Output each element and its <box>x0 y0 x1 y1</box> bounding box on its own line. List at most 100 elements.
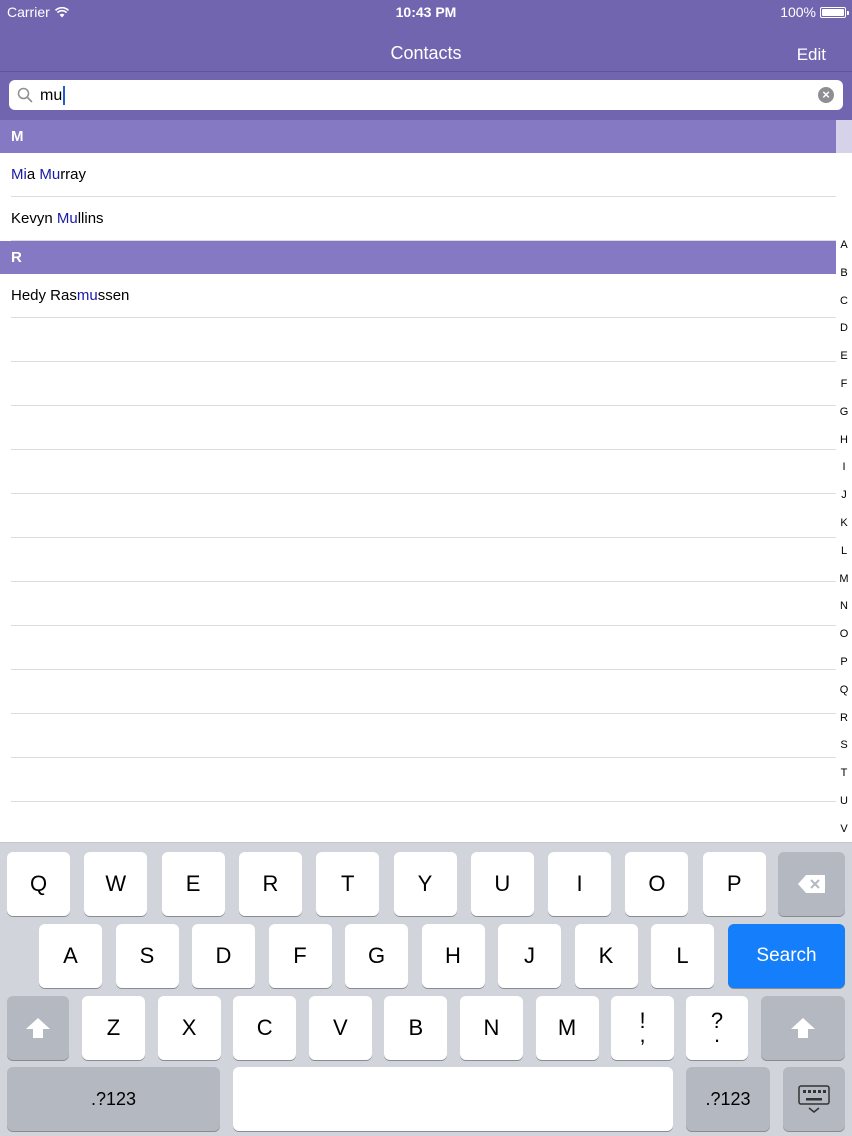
battery-percent: 100% <box>780 4 816 20</box>
empty-row <box>0 406 836 450</box>
keyboard-dismiss-key[interactable] <box>783 1067 845 1131</box>
search-query: mu <box>40 86 66 105</box>
on-screen-keyboard: Q W E R T Y U I O P A S D F G H J K L Search Z X C V B N M!,?. .?12… <box>0 842 852 1136</box>
key-v[interactable]: V <box>308 996 372 1060</box>
shift-icon <box>791 1018 815 1038</box>
battery-group: 100% <box>780 4 849 20</box>
index-letter[interactable]: J <box>836 487 852 515</box>
search-icon <box>17 87 33 103</box>
index-letter[interactable]: M <box>836 571 852 599</box>
key-n[interactable]: N <box>460 996 523 1060</box>
index-rail-highlight <box>836 120 852 153</box>
match-highlight: Mi <box>11 166 27 183</box>
key-l[interactable]: L <box>651 924 714 988</box>
section-header: R <box>0 241 836 274</box>
key-r[interactable]: R <box>238 852 302 916</box>
shift-icon <box>26 1018 50 1038</box>
contact-name-part: Hedy Ras <box>11 287 77 304</box>
index-letter[interactable]: D <box>836 320 852 348</box>
empty-row <box>0 714 836 758</box>
empty-row <box>0 538 836 582</box>
punctuation-key-exclaim[interactable]: !, <box>611 996 674 1060</box>
index-letter[interactable]: H <box>836 432 852 460</box>
key-b[interactable]: B <box>384 996 448 1060</box>
punct-bottom: . <box>713 1022 721 1047</box>
key-z[interactable]: Z <box>82 996 145 1060</box>
contact-name-part: a <box>26 166 40 183</box>
index-letter[interactable]: Q <box>836 682 852 710</box>
key-q[interactable]: Q <box>7 852 70 916</box>
key-y[interactable]: Y <box>393 852 457 916</box>
index-letter[interactable]: O <box>836 626 852 654</box>
status-time: 10:43 PM <box>395 4 457 20</box>
search-key[interactable]: Search <box>728 924 845 988</box>
contact-row[interactable]: Mia Murray <box>0 153 836 197</box>
shift-key-left[interactable] <box>7 996 69 1060</box>
index-letter[interactable]: B <box>836 265 852 293</box>
index-letter[interactable]: I <box>836 459 852 487</box>
index-letter[interactable]: N <box>836 598 852 626</box>
empty-row <box>0 318 836 362</box>
empty-row <box>0 626 836 670</box>
index-letter[interactable]: G <box>836 404 852 432</box>
key-u[interactable]: U <box>470 852 534 916</box>
key-s[interactable]: S <box>115 924 179 988</box>
match-highlight: mu <box>76 287 98 304</box>
page-title: Contacts <box>390 43 462 63</box>
key-t[interactable]: T <box>316 852 380 916</box>
key-f[interactable]: F <box>268 924 332 988</box>
index-letter[interactable]: R <box>836 710 852 738</box>
edit-button[interactable]: Edit <box>797 45 826 65</box>
section-index[interactable]: ABCDEFGHIJKLMNOPQRSTUV <box>836 237 852 849</box>
index-letter[interactable]: F <box>836 376 852 404</box>
search-query-text: mu <box>40 86 63 104</box>
empty-row <box>0 494 836 538</box>
contact-name-part: llins <box>77 210 104 227</box>
match-highlight: Mu <box>56 210 78 227</box>
key-c[interactable]: C <box>233 996 297 1060</box>
index-letter[interactable]: P <box>836 654 852 682</box>
empty-row <box>0 450 836 494</box>
key-x[interactable]: X <box>157 996 221 1060</box>
status-bar: Carrier 10:43 PM 100% <box>0 0 852 24</box>
key-p[interactable]: P <box>702 852 766 916</box>
key-d[interactable]: D <box>192 924 255 988</box>
contact-row[interactable]: Hedy Rasmussen <box>0 274 836 318</box>
numbers-key-right[interactable]: .?123 <box>686 1067 770 1131</box>
index-letter[interactable]: A <box>836 237 852 265</box>
index-letter[interactable]: E <box>836 348 852 376</box>
search-input[interactable]: mu × <box>9 80 843 110</box>
clear-search-icon[interactable]: × <box>818 87 834 103</box>
contact-name-part: rray <box>60 166 87 183</box>
space-key[interactable] <box>233 1067 673 1131</box>
key-m[interactable]: M <box>535 996 599 1060</box>
contacts-list: M Mia Murray Kevyn Mullins R Hedy Rasmussen <box>0 120 836 802</box>
keyboard-dismiss-icon <box>798 1085 830 1113</box>
index-letter[interactable]: T <box>836 765 852 793</box>
numbers-key-left[interactable]: .?123 <box>7 1067 220 1131</box>
key-j[interactable]: J <box>498 924 561 988</box>
key-i[interactable]: I <box>548 852 612 916</box>
empty-row <box>0 758 836 802</box>
contact-row[interactable]: Kevyn Mullins <box>0 197 836 241</box>
key-g[interactable]: G <box>345 924 408 988</box>
navigation-bar: Contacts Edit <box>0 24 852 72</box>
key-a[interactable]: A <box>39 924 102 988</box>
empty-row <box>0 670 836 714</box>
index-letter[interactable]: C <box>836 293 852 321</box>
empty-row <box>0 362 836 406</box>
contacts-app: Carrier 10:43 PM 100% Contacts Edit mu ×… <box>0 0 852 1136</box>
backspace-key[interactable] <box>778 852 845 916</box>
index-letter[interactable]: U <box>836 793 852 821</box>
index-letter[interactable]: L <box>836 543 852 571</box>
key-w[interactable]: W <box>84 852 148 916</box>
shift-key-right[interactable] <box>761 996 845 1060</box>
index-letter[interactable]: S <box>836 737 852 765</box>
key-o[interactable]: O <box>625 852 689 916</box>
key-k[interactable]: K <box>574 924 638 988</box>
key-e[interactable]: E <box>161 852 225 916</box>
contact-name-part: Kevyn <box>11 210 57 227</box>
index-letter[interactable]: K <box>836 515 852 543</box>
key-h[interactable]: H <box>421 924 485 988</box>
punctuation-key-question[interactable]: ?. <box>686 996 748 1060</box>
